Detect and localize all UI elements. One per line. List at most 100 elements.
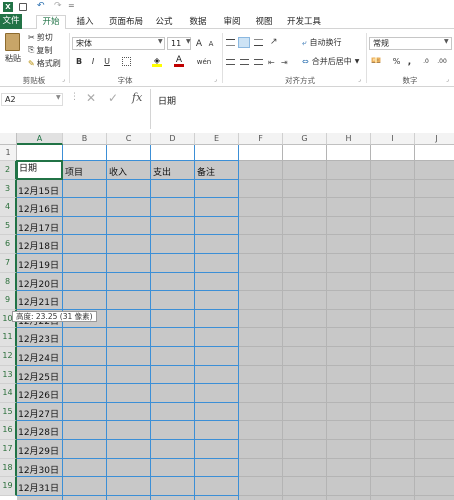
chevron-down-icon[interactable]: ▼ [56,94,61,101]
row-header-7[interactable]: 7 [0,254,17,273]
decrease-decimal-button[interactable]: .00 [435,56,449,67]
font-name-select[interactable]: 宋体 [72,37,165,50]
orientation-icon[interactable]: ↗ [270,37,278,47]
row-header-17[interactable]: 17 [0,440,17,459]
header-cell-d[interactable]: 支出 [153,165,194,178]
insert-function-icon[interactable]: fx [132,91,142,104]
number-launcher-icon[interactable]: ⌟ [446,76,449,83]
header-cell-e[interactable]: 备注 [197,165,238,178]
row-header-6[interactable]: 6 [0,235,17,254]
tab-review[interactable]: 审阅 [220,16,244,28]
comma-button[interactable]: , [405,56,414,67]
worksheet-grid[interactable]: ABCDEFGHIJ 1 2 3 4 5 6 7 8 9 10 11 12 13 14 15 16 17 18 19… [0,133,454,500]
date-cell[interactable]: 12月27日 [17,407,59,420]
row-header-4[interactable]: 4 [0,198,17,217]
shrink-font-button[interactable]: A [206,37,216,50]
column-header-g[interactable]: G [283,133,327,145]
row-header-16[interactable]: 16 [0,421,17,440]
tab-file[interactable]: 文件 [0,14,22,29]
date-cell[interactable]: 12月17日 [17,221,59,234]
row-header-11[interactable]: 11 [0,328,17,347]
paste-button[interactable]: 粘贴 [3,53,23,63]
align-bottom-icon[interactable] [254,39,263,46]
bold-button[interactable]: B [74,56,84,67]
percent-button[interactable]: % [392,56,401,67]
tab-data[interactable]: 数据 [186,16,210,28]
format-painter-button[interactable]: ✎ 格式刷 [28,58,61,68]
header-cell-a[interactable]: 日期 [16,160,63,180]
date-cell[interactable]: 12月29日 [17,444,59,457]
row-header-5[interactable]: 5 [0,216,17,236]
wrap-text-button[interactable]: ⤶ 自动换行 [302,37,341,48]
name-box[interactable]: A2 [1,93,63,106]
chevron-down-icon[interactable]: ▼ [158,38,163,45]
borders-icon[interactable] [122,57,131,66]
row-header-3[interactable]: 3 [0,179,17,199]
align-top-icon[interactable] [226,39,235,46]
chevron-down-icon[interactable]: ▼ [186,38,191,45]
number-format-select[interactable]: 常规 [369,37,452,50]
column-header-f[interactable]: F [239,133,283,145]
increase-indent-icon[interactable]: ⇥ [281,58,288,67]
date-cell[interactable]: 12月16日 [17,202,59,215]
date-cell[interactable]: 12月26日 [17,388,59,401]
cancel-icon[interactable]: ✕ [86,91,96,105]
font-color-icon[interactable]: A [174,56,184,67]
chevron-down-icon[interactable]: ▼ [444,38,449,45]
date-cell[interactable]: 12月15日 [17,184,59,197]
date-cell[interactable]: 12月20日 [17,277,59,290]
date-cell[interactable]: 12月31日 [17,481,59,494]
date-cell[interactable]: 12月24日 [17,351,59,364]
tab-insert[interactable]: 插入 [72,16,98,28]
formula-input[interactable]: 日期 [158,94,176,107]
column-header-d[interactable]: D [151,133,195,145]
column-header-b[interactable]: B [63,133,107,145]
customize-toolbar-icon[interactable]: = [68,1,75,10]
fill-color-icon[interactable]: ◈ [152,56,162,67]
currency-icon[interactable]: 💴 [371,56,381,65]
save-icon[interactable] [19,3,27,11]
date-cell[interactable]: 12月30日 [17,463,59,476]
row-header-19[interactable]: 19 [0,477,17,496]
date-cell[interactable]: 12月23日 [17,332,59,345]
tab-formulas[interactable]: 公式 [152,16,176,28]
row-header-1[interactable]: 1 [0,145,17,161]
undo-icon[interactable]: ↶ [37,1,45,11]
row-header-13[interactable]: 13 [0,365,17,385]
align-right-icon[interactable] [254,59,263,65]
clipboard-launcher-icon[interactable]: ⌟ [62,76,65,83]
row-header-15[interactable]: 15 [0,402,17,422]
date-cell[interactable]: 12月28日 [17,425,59,438]
merge-center-button[interactable]: ⇔ 合并后居中 ▼ [302,56,359,67]
enter-icon[interactable]: ✓ [108,91,118,105]
row-header-14[interactable]: 14 [0,384,17,403]
column-header-i[interactable]: I [371,133,415,145]
column-header-a[interactable]: A [17,133,63,145]
row-header-12[interactable]: 12 [0,347,17,366]
date-cell[interactable]: 12月19日 [17,258,59,271]
row-header-18[interactable]: 18 [0,458,17,478]
drag-handle-icon[interactable]: ⋮ [70,92,79,102]
alignment-launcher-icon[interactable]: ⌟ [358,76,361,83]
increase-decimal-button[interactable]: .0 [419,56,433,67]
column-header-j[interactable]: J [415,133,454,145]
tab-developer[interactable]: 开发工具 [284,16,324,28]
align-middle-icon[interactable] [238,37,250,48]
select-all-button[interactable] [0,133,17,145]
column-header-h[interactable]: H [327,133,371,145]
date-cell[interactable]: 12月25日 [17,370,59,383]
font-launcher-icon[interactable]: ⌟ [214,76,217,83]
paste-icon[interactable] [5,33,20,51]
header-cell-c[interactable]: 收入 [109,165,150,178]
redo-icon[interactable]: ↷ [54,1,62,11]
date-cell[interactable]: 12月18日 [17,239,59,252]
tab-view[interactable]: 视图 [252,16,276,28]
italic-button[interactable]: I [88,56,98,67]
grow-font-button[interactable]: A [194,37,204,50]
cut-button[interactable]: ✂ 剪切 [28,32,53,42]
header-cell-b[interactable]: 项目 [65,165,106,178]
decrease-indent-icon[interactable]: ⇤ [268,58,275,67]
tab-home[interactable]: 开始 [36,15,66,29]
column-header-e[interactable]: E [195,133,239,145]
row-header-2[interactable]: 2 [0,161,17,180]
